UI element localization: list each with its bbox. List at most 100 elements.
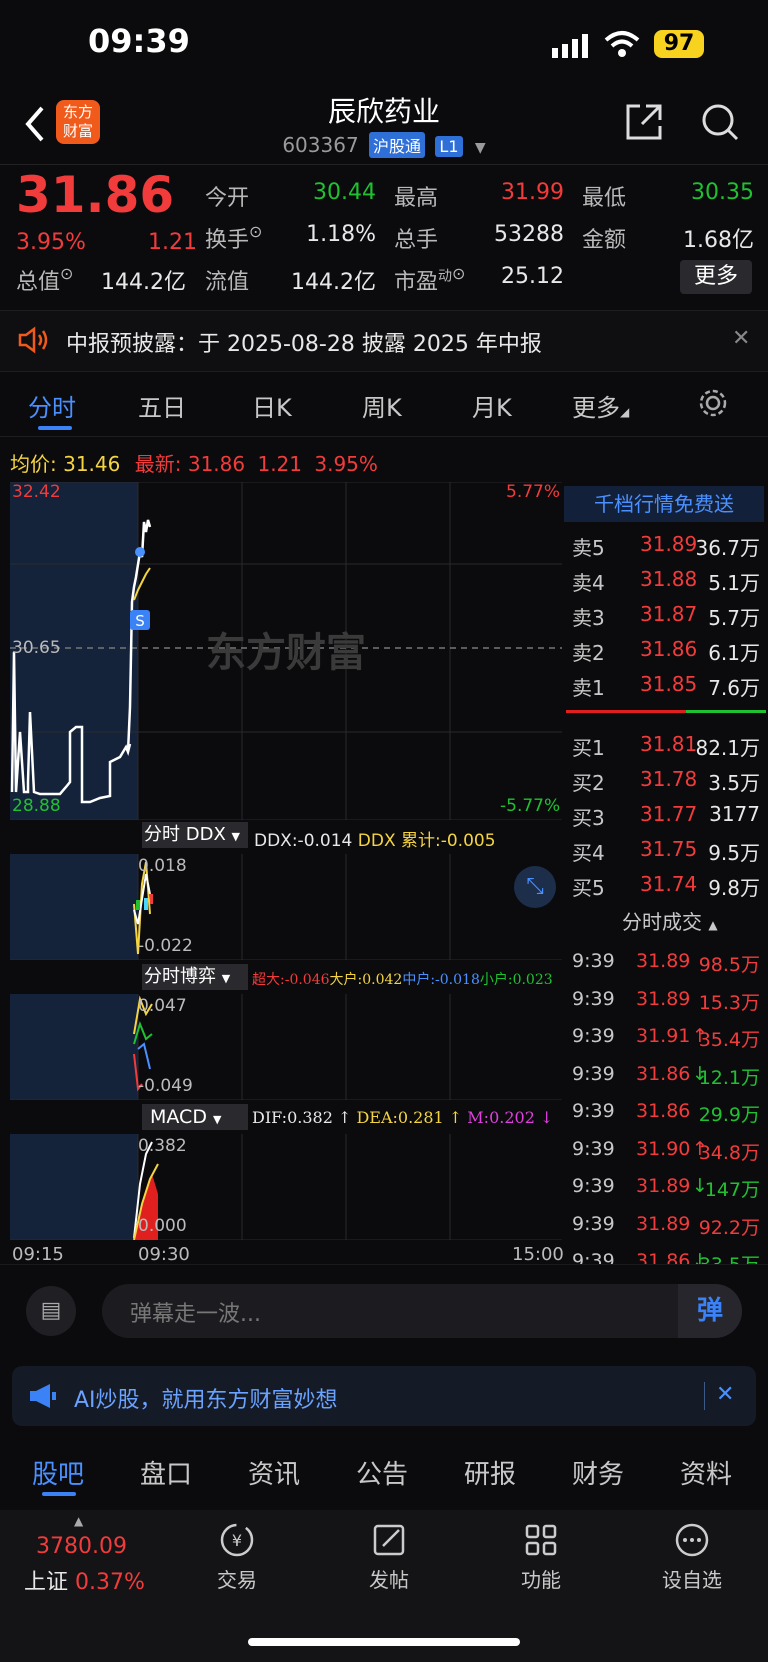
ask-row[interactable]: 卖5 31.89 36.7万 [570, 526, 762, 560]
change-pct: 3.95% [16, 230, 86, 255]
trade-volume: 98.5万 [698, 954, 760, 976]
orderbook-promo[interactable]: 千档行情免费送 [564, 486, 764, 522]
trade-volume: 34.8万 [698, 1141, 760, 1164]
level-volume: 5.1万 [708, 571, 760, 595]
level-volume: 36.7万 [695, 536, 760, 560]
close-icon[interactable]: ✕ [732, 326, 750, 351]
danmu-settings-icon[interactable]: ▤ [26, 1286, 76, 1336]
chevron-down-icon: ▼ [474, 140, 486, 156]
danmu-send-button[interactable]: 弹 [678, 1284, 742, 1338]
ask-row[interactable]: 卖2 31.86 6.1万 [570, 631, 762, 665]
ask-row[interactable]: 卖3 31.87 5.7万 [570, 596, 762, 630]
level-label: 卖1 [572, 676, 605, 700]
bid-row[interactable]: 买3 31.77 3177 [570, 796, 762, 830]
tab-guba[interactable]: 股吧 [32, 1454, 84, 1491]
bid-row[interactable]: 买2 31.78 3.5万 [570, 761, 762, 795]
trade-row: 9:39 31.90 ↑ 34.8万 [570, 1132, 762, 1169]
game-top: 0.047 [138, 996, 187, 1016]
intraday-chart[interactable]: S 东方财富 [10, 482, 562, 820]
trades-title[interactable]: 分时成交 ▲ [622, 906, 718, 935]
level-price: 31.86 [640, 637, 698, 661]
wifi-icon [604, 30, 640, 62]
mcap-label: 总值⊙ [16, 264, 74, 295]
tab-more[interactable]: 更多◢ [572, 388, 629, 423]
expand-icon[interactable]: ⤡ [514, 866, 556, 908]
level-price: 31.85 [640, 672, 698, 696]
low-value: 30.35 [691, 180, 754, 205]
info-icon[interactable]: ⊙ [60, 264, 73, 283]
game-selector[interactable]: 分时博弈 ▼ [142, 964, 248, 990]
trade-row: 9:39 31.89 ↓ 147万 [570, 1169, 762, 1206]
ask-row[interactable]: 卖4 31.88 5.1万 [570, 561, 762, 595]
nav-add-watchlist[interactable]: 设自选 [632, 1520, 752, 1593]
close-icon[interactable]: ✕ [716, 1382, 734, 1407]
add-watchlist-icon [632, 1520, 752, 1560]
pe-label: 市盈动⊙ [394, 264, 466, 295]
trade-row: 9:39 31.89 98.5万 [570, 944, 762, 981]
trade-price: 31.89 [636, 1175, 691, 1197]
last-price: 31.86 [16, 166, 175, 224]
tab-daily-k[interactable]: 日K [252, 388, 292, 423]
level-label: 卖2 [572, 641, 605, 665]
nav-post[interactable]: 发帖 [329, 1520, 449, 1593]
settings-gear-icon[interactable] [698, 388, 728, 422]
tab-intraday[interactable]: 分时 [28, 388, 76, 423]
status-time: 09:39 [88, 22, 190, 60]
low-label: 最低 [582, 186, 627, 211]
trade-price: 31.89 [636, 1212, 691, 1235]
tab-research[interactable]: 研报 [464, 1454, 516, 1491]
trade-volume: 147万 [704, 1179, 760, 1201]
level-price: 31.88 [640, 567, 698, 591]
trade-time: 9:39 [572, 1025, 615, 1047]
stock-code: 603367 [282, 133, 359, 157]
level-price: 31.75 [640, 837, 698, 861]
bid-row[interactable]: 买5 31.74 9.8万 [570, 866, 762, 900]
pe-value: 25.12 [501, 264, 564, 289]
level-tag: L1 [435, 136, 463, 157]
turnover-label: 换手⊙ [205, 222, 263, 253]
tab-pankou[interactable]: 盘口 [140, 1454, 192, 1491]
tab-weekly-k[interactable]: 周K [362, 388, 402, 423]
mcap-value: 144.2亿 [101, 270, 186, 295]
function-icon [481, 1520, 601, 1560]
ddx-chart [10, 854, 562, 960]
level-label: 买1 [572, 736, 605, 760]
notice-text[interactable]: 中报预披露：于 2025-08-28 披露 2025 年中报 [66, 326, 542, 358]
share-icon[interactable] [624, 102, 664, 146]
tab-news[interactable]: 资讯 [248, 1454, 300, 1491]
trade-volume: 29.9万 [698, 1104, 760, 1126]
time-start: 09:15 [12, 1244, 64, 1265]
trade-time: 9:39 [572, 1062, 615, 1085]
nav-trade[interactable]: ¥ 交易 [177, 1520, 297, 1593]
tab-five-day[interactable]: 五日 [138, 388, 186, 423]
trade-price: 31.90 [636, 1137, 691, 1160]
search-icon[interactable] [700, 102, 740, 146]
game-chart [10, 994, 562, 1100]
more-button[interactable]: 更多 [680, 260, 752, 294]
trade-price: 31.86 [636, 1062, 691, 1085]
ask-row[interactable]: 卖1 31.85 7.6万 [570, 666, 762, 700]
time-mid: 09:30 [138, 1244, 190, 1265]
trade-time: 9:39 [572, 1175, 615, 1197]
info-icon[interactable]: ⊙ [249, 222, 262, 241]
macd-bottom: 0.000 [138, 1216, 187, 1236]
ddx-selector[interactable]: 分时 DDX ▼ [142, 822, 248, 848]
signal-icon [552, 34, 592, 62]
level-volume: 9.8万 [708, 876, 760, 900]
bid-row[interactable]: 买4 31.75 9.5万 [570, 831, 762, 865]
level-price: 31.78 [640, 767, 698, 791]
tab-monthly-k[interactable]: 月K [472, 388, 512, 423]
tab-profile[interactable]: 资料 [680, 1454, 732, 1491]
macd-selector[interactable]: MACD ▼ [142, 1104, 248, 1130]
bid-row[interactable]: 买1 31.81 82.1万 [570, 726, 762, 760]
tab-finance[interactable]: 财务 [572, 1454, 624, 1491]
nav-function[interactable]: 功能 [481, 1520, 601, 1593]
trade-volume: 35.4万 [698, 1029, 760, 1051]
game-values: 超大:-0.046大户:0.042中户:-0.018小户:0.023 [252, 972, 553, 988]
info-icon[interactable]: ⊙ [452, 264, 465, 283]
tab-announcement[interactable]: 公告 [356, 1454, 408, 1491]
index-widget[interactable]: 上证 0.37% [24, 1564, 145, 1596]
level-price: 31.77 [640, 802, 698, 826]
macd-values: DIF:0.382 ↑ DEA:0.281 ↑ M:0.202 ↓ [252, 1108, 554, 1127]
level-volume: 5.7万 [708, 606, 760, 630]
